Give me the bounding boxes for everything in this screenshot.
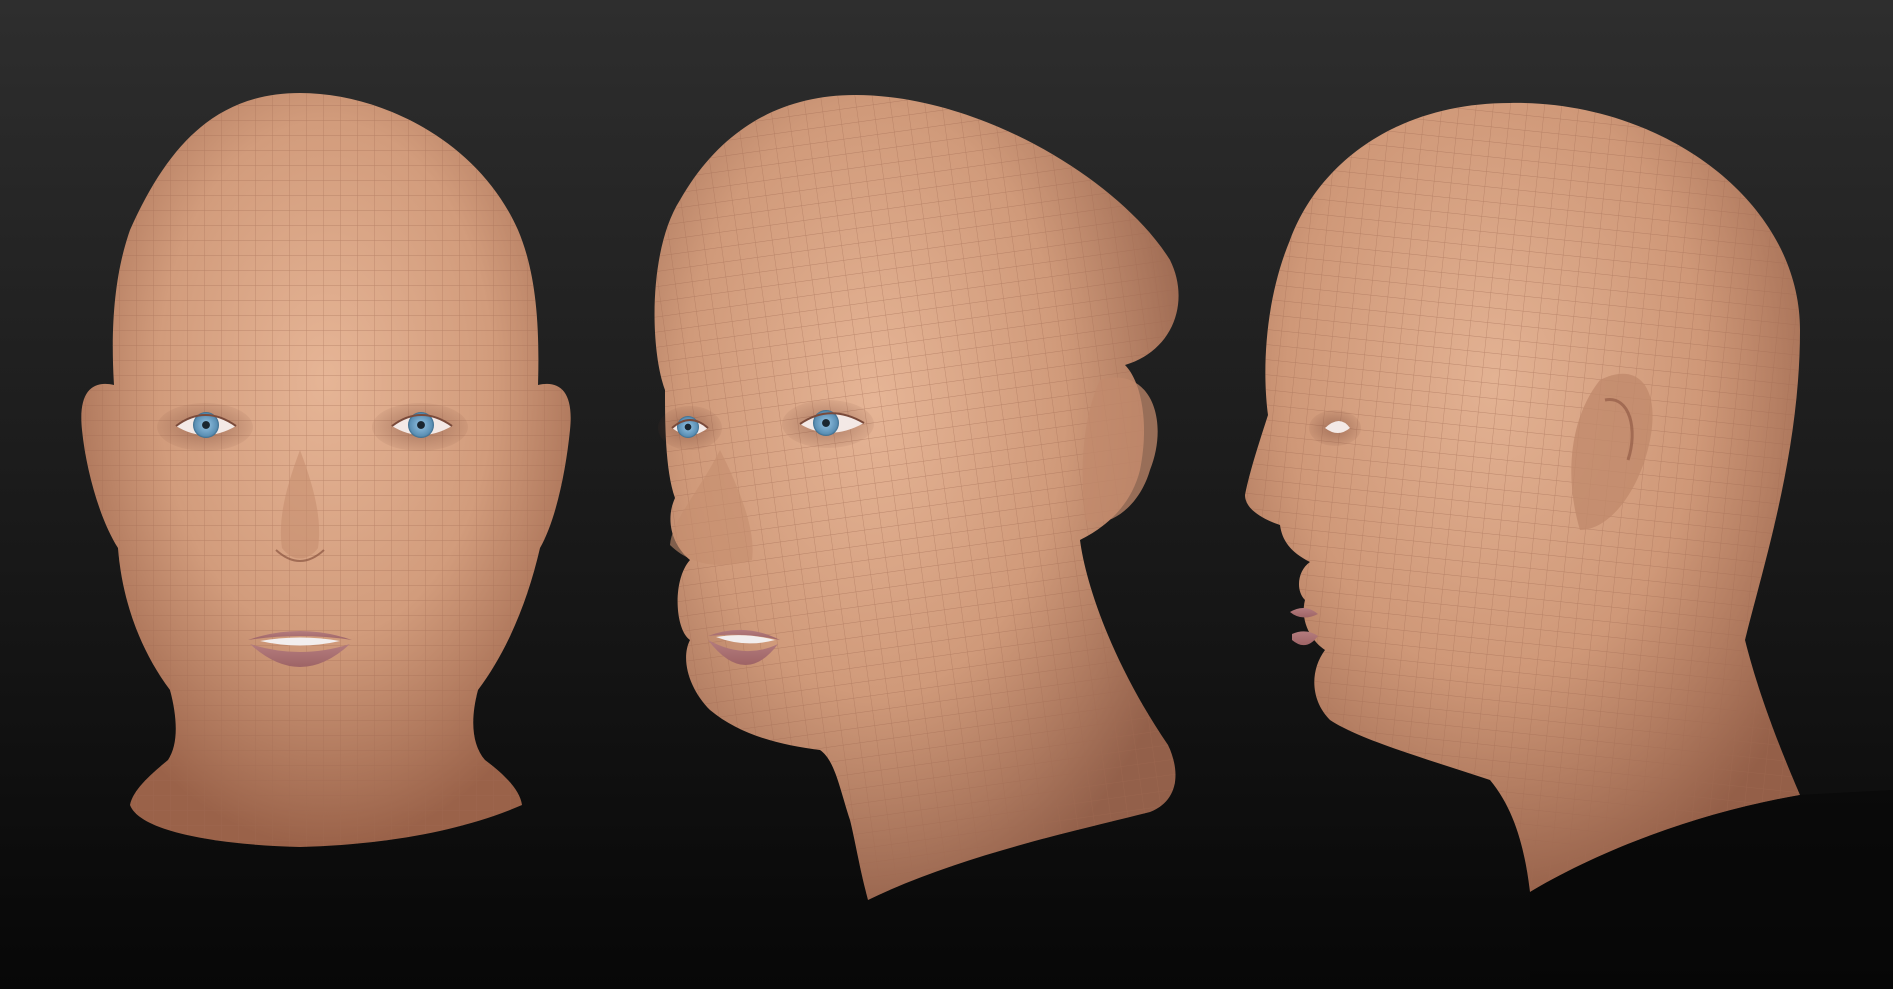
- viewport: [0, 0, 1893, 989]
- profile-eye: [1309, 410, 1361, 446]
- render-canvas: [0, 0, 1893, 989]
